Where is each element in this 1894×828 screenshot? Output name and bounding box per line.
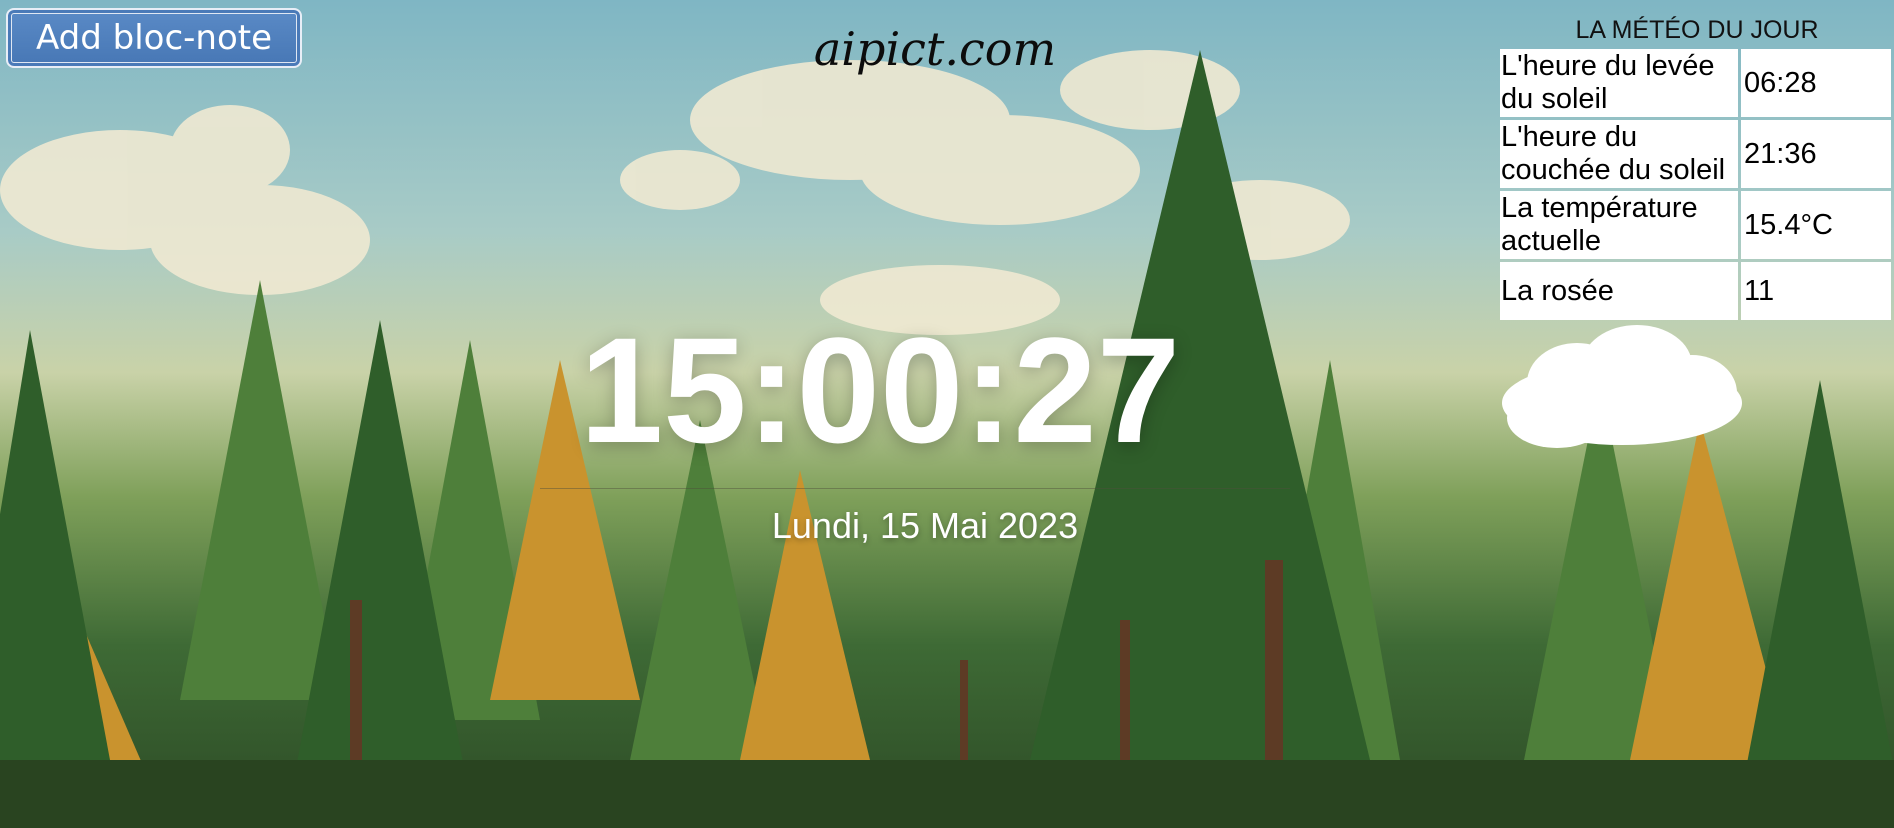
weather-value: 21:36 [1741,120,1891,188]
weather-row: L'heure du couchée du soleil 21:36 [1500,120,1891,188]
weather-value: 06:28 [1741,49,1891,117]
weather-panel: LA MÉTÉO DU JOUR L'heure du levée du sol… [1500,14,1894,323]
weather-row: La température actuelle 15.4°C [1500,191,1891,259]
weather-label: La rosée [1500,262,1738,320]
weather-label: L'heure du levée du soleil [1500,49,1738,117]
weather-table: L'heure du levée du soleil 06:28 L'heure… [1497,46,1894,323]
clock-date: Lundi, 15 Mai 2023 [771,505,1079,546]
weather-row: L'heure du levée du soleil 06:28 [1500,49,1891,117]
weather-value: 15.4°C [1741,191,1891,259]
weather-label: L'heure du couchée du soleil [1500,120,1738,188]
weather-title: LA MÉTÉO DU JOUR [1575,16,1819,44]
add-note-button[interactable]: Add bloc-note [6,8,302,68]
site-brand: aipict.com [813,22,1057,76]
weather-row: La rosée 11 [1500,262,1891,320]
clock-divider [540,488,1290,489]
cloud-icon [1497,323,1747,458]
weather-label: La température actuelle [1500,191,1738,259]
clock-time: 15:00:27 [579,306,1181,474]
weather-value: 11 [1741,262,1891,320]
